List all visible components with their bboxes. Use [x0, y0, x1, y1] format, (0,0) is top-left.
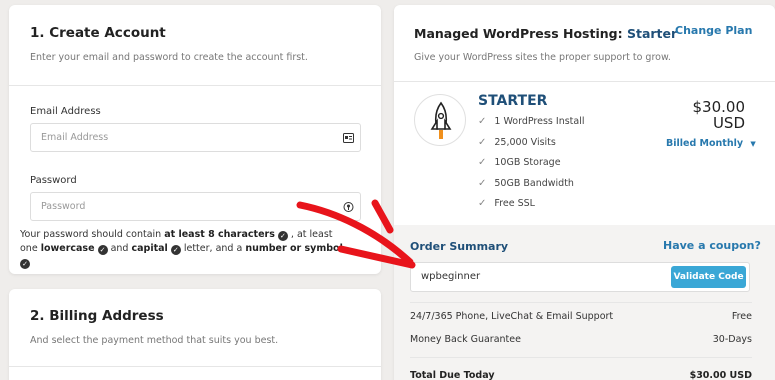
email-placeholder: Email Address	[41, 132, 109, 143]
plan-subtitle: Give your WordPress sites the proper sup…	[414, 52, 671, 63]
order-summary-title: Order Summary	[410, 240, 509, 253]
password-field[interactable]: Password	[30, 192, 361, 221]
divider	[9, 85, 381, 86]
check-icon: ✓	[478, 157, 487, 169]
password-placeholder: Password	[41, 201, 86, 212]
billing-address-subtitle: And select the payment method that suits…	[30, 335, 279, 346]
check-icon: ✓	[20, 259, 30, 269]
rocket-icon	[414, 94, 466, 146]
list-item: ✓ 25,000 Visits	[478, 136, 556, 148]
check-icon: ✓	[478, 116, 487, 127]
change-plan-link[interactable]: Change Plan	[675, 24, 752, 37]
list-item: ✓ 10GB Storage	[478, 157, 561, 169]
check-icon: ✓	[478, 177, 487, 189]
plan-price: $30.00 USD	[692, 98, 746, 132]
check-icon: ✓	[478, 198, 487, 210]
password-key-icon[interactable]	[343, 202, 354, 212]
plan-header: Managed WordPress Hosting: Starter	[414, 26, 678, 41]
list-item: ✓ 1 WordPress Install	[478, 116, 585, 127]
feature-list: ✓ 1 WordPress Install ✓ 25,000 Visits ✓ 10G…	[478, 116, 585, 219]
contact-card-icon	[343, 133, 354, 143]
billing-cycle-dropdown[interactable]: Billed Monthly ▼	[666, 138, 756, 149]
email-label: Email Address	[30, 106, 101, 117]
check-icon: ✓	[277, 231, 288, 241]
divider	[394, 81, 775, 82]
validate-code-button[interactable]: Validate Code	[671, 266, 746, 288]
divider	[410, 357, 752, 358]
coupon-input[interactable]: wpbeginner Validate Code	[410, 262, 750, 292]
summary-row: Money Back Guarantee 30-Days	[410, 334, 752, 345]
check-icon: ✓	[170, 245, 181, 255]
divider	[410, 302, 752, 303]
divider	[9, 366, 381, 367]
billing-address-title: 2. Billing Address	[30, 308, 164, 324]
plan-name: STARTER	[478, 93, 548, 109]
create-account-subtitle: Enter your email and password to create …	[30, 52, 308, 63]
list-item: ✓ Free SSL	[478, 198, 535, 210]
check-icon: ✓	[97, 245, 108, 255]
total-due-row: Total Due Today $30.00 USD	[410, 370, 752, 380]
check-icon: ✓	[478, 136, 487, 148]
email-field[interactable]: Email Address	[30, 123, 361, 152]
summary-row: 24/7/365 Phone, LiveChat & Email Support…	[410, 311, 752, 322]
caret-down-icon: ▼	[750, 140, 756, 148]
create-account-title: 1. Create Account	[30, 25, 166, 41]
coupon-value: wpbeginner	[421, 271, 481, 282]
list-item: ✓ 50GB Bandwidth	[478, 177, 574, 189]
have-coupon-link[interactable]: Have a coupon?	[663, 239, 761, 252]
password-label: Password	[30, 175, 77, 186]
password-requirements: Your password should contain at least 8 …	[20, 229, 347, 269]
